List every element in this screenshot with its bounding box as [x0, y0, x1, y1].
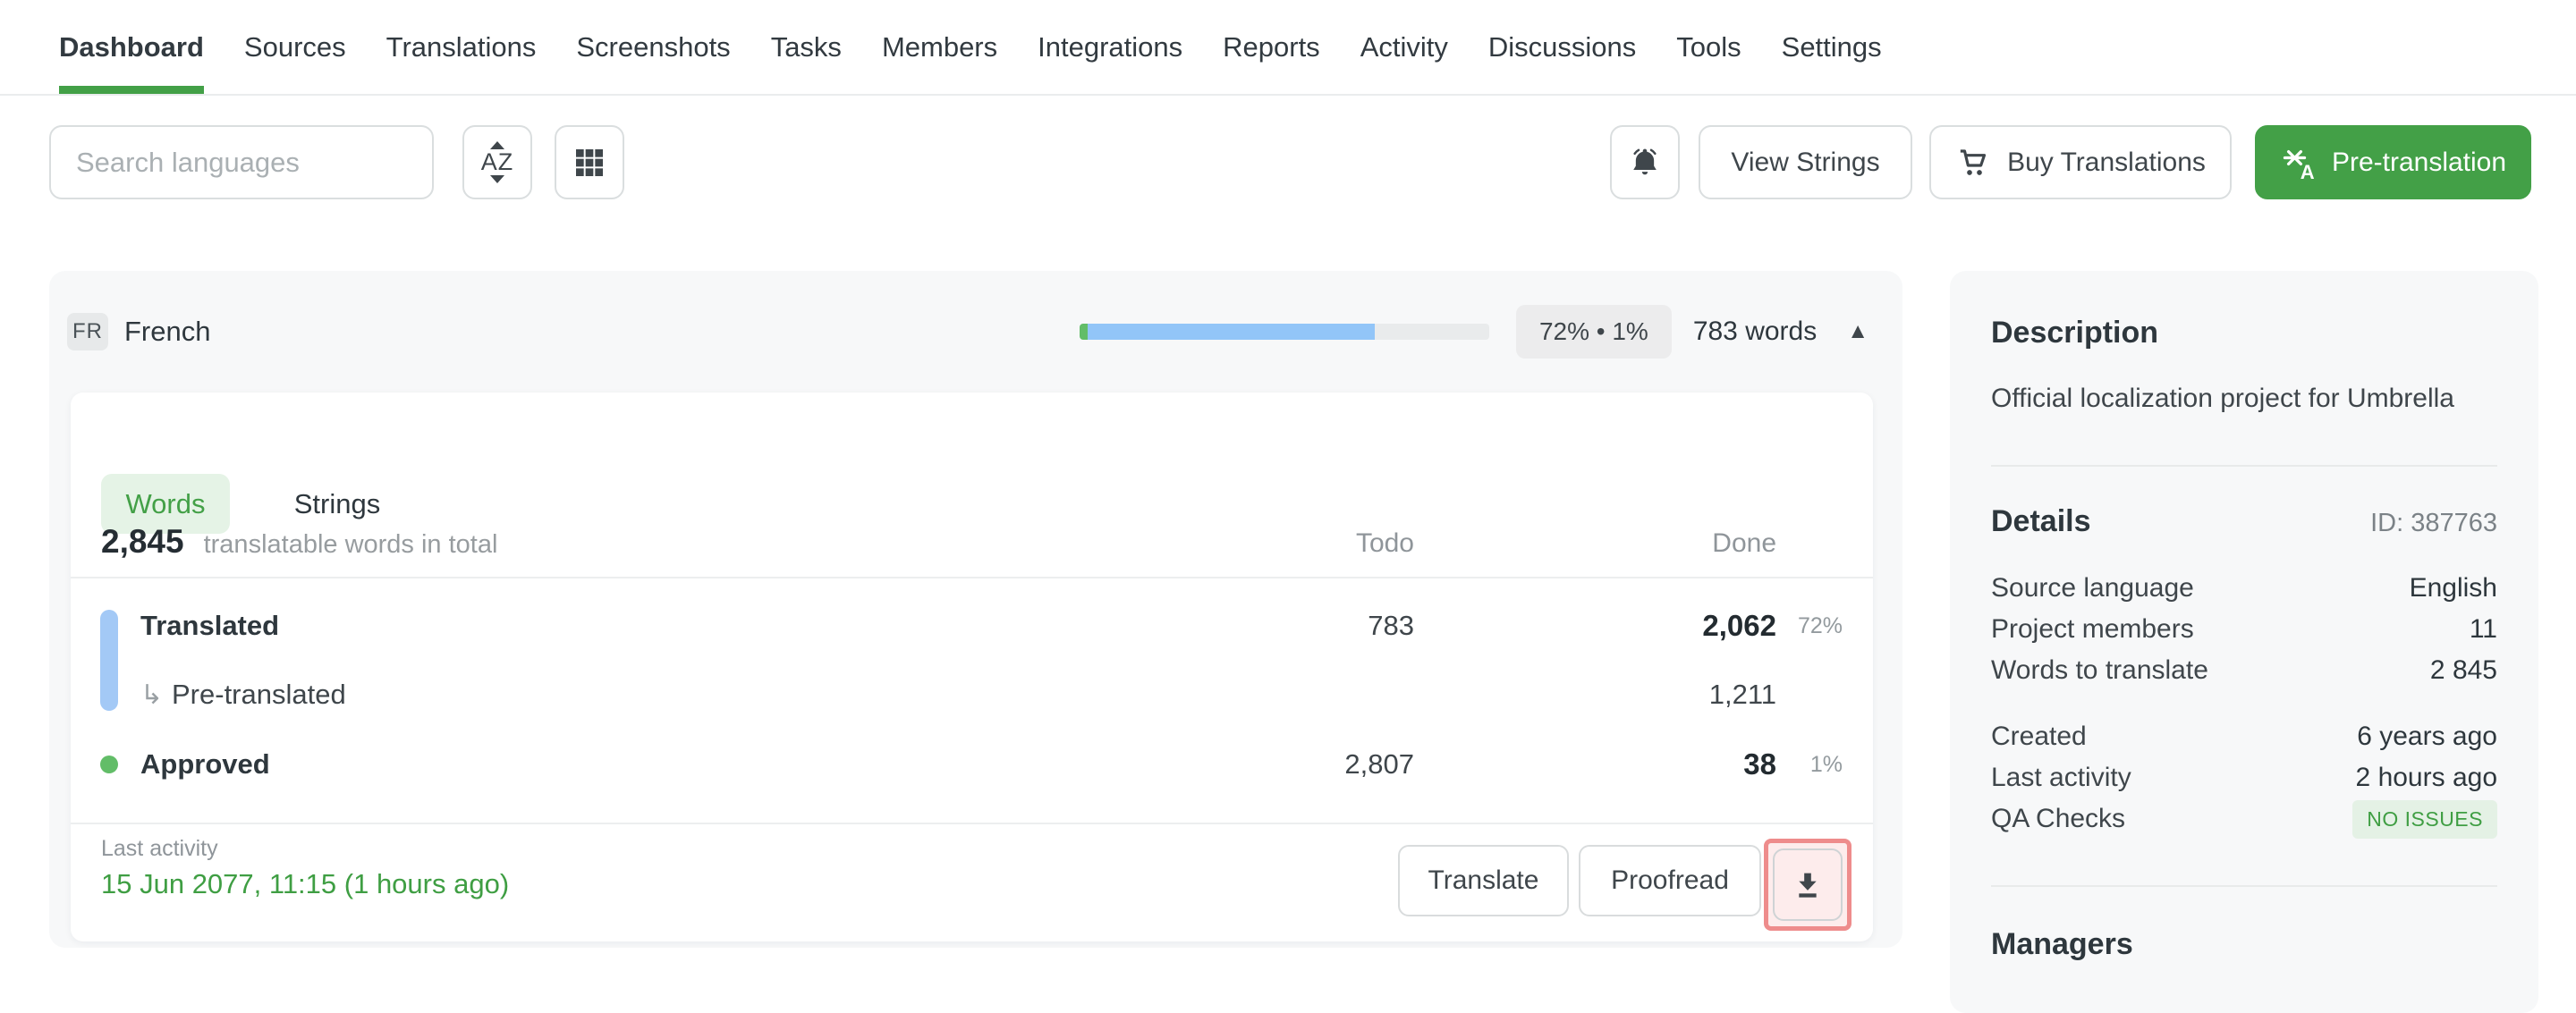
details-title: Details: [1991, 502, 2091, 540]
tab-sources[interactable]: Sources: [244, 0, 346, 94]
column-header-todo: Todo: [1356, 528, 1414, 559]
detail-label: Project members: [1991, 614, 2194, 645]
download-button[interactable]: [1773, 848, 1843, 921]
pre-translation-button[interactable]: A Pre-translation: [2255, 125, 2531, 199]
pre-translation-icon: A: [2280, 143, 2319, 182]
sort-alpha-icon: AZ: [481, 150, 514, 174]
todo-value: 783: [1368, 610, 1414, 642]
language-code-badge: FR: [67, 313, 108, 350]
detail-label: Source language: [1991, 573, 2194, 604]
detail-row-source-language: Source language English: [1991, 568, 2497, 609]
detail-label: Words to translate: [1991, 655, 2208, 686]
description-text: Official localization project for Umbrel…: [1991, 380, 2497, 418]
detail-label: Last activity: [1991, 763, 2131, 793]
details-rows: Source language English Project members …: [1991, 568, 2497, 691]
download-icon: [1790, 867, 1826, 903]
divider: [71, 577, 1873, 578]
progress-translated-segment: [1088, 324, 1375, 340]
sort-desc-icon: [490, 175, 504, 183]
row-label: Approved: [140, 748, 270, 781]
divider: [1991, 465, 2497, 467]
detail-value: 2 845: [2430, 655, 2497, 686]
subitem-arrow-icon: ↳: [140, 680, 163, 711]
bell-icon: [1626, 144, 1664, 181]
tab-members[interactable]: Members: [882, 0, 997, 94]
total-words-value: 2,845: [101, 523, 184, 561]
stats-row-pre-translated: ↳ Pre-translated 1,211: [71, 660, 1873, 730]
stats-row-translated: Translated 783 2,062 72%: [71, 591, 1873, 661]
view-strings-button[interactable]: View Strings: [1699, 125, 1912, 199]
tab-integrations[interactable]: Integrations: [1038, 0, 1182, 94]
language-stats-panel: Words Strings 2,845 translatable words i…: [71, 393, 1873, 941]
project-info-sidebar: Description Official localization projec…: [1950, 271, 2538, 1013]
total-words-row: 2,845 translatable words in total: [101, 523, 497, 561]
translation-progress-bar: [1080, 324, 1489, 340]
pre-translation-label: Pre-translation: [2332, 148, 2506, 178]
shopping-cart-icon: [1955, 145, 1991, 181]
grid-view-icon: [572, 145, 607, 181]
buy-translations-button[interactable]: Buy Translations: [1929, 125, 2232, 199]
done-value: 38: [1743, 747, 1776, 781]
language-card-french: FR French 72% • 1% 783 words ▲ Words Str…: [49, 271, 1902, 948]
collapse-icon[interactable]: ▲: [1847, 321, 1868, 342]
tab-screenshots[interactable]: Screenshots: [576, 0, 730, 94]
detail-value: 6 years ago: [2357, 722, 2497, 752]
percent-value: 72%: [1776, 613, 1843, 639]
tab-translations[interactable]: Translations: [386, 0, 537, 94]
tab-activity[interactable]: Activity: [1360, 0, 1448, 94]
stats-row-approved: Approved 2,807 38 1%: [71, 730, 1873, 799]
progress-approved-segment: [1080, 324, 1088, 340]
detail-row-created: Created 6 years ago: [1991, 716, 2497, 757]
translate-button[interactable]: Translate: [1398, 845, 1569, 916]
tab-dashboard[interactable]: Dashboard: [59, 0, 204, 94]
search-languages-input[interactable]: [49, 125, 434, 199]
svg-text:A: A: [2301, 160, 2315, 181]
divider: [71, 823, 1873, 824]
view-strings-label: View Strings: [1731, 148, 1879, 178]
detail-row-qa-checks: QA Checks NO ISSUES: [1991, 798, 2497, 840]
qa-status-badge[interactable]: NO ISSUES: [2352, 800, 2497, 839]
divider: [1991, 885, 2497, 887]
managers-title: Managers: [1991, 925, 2497, 963]
progress-percent-badge: 72% • 1%: [1516, 305, 1672, 359]
grid-view-button[interactable]: [555, 125, 624, 199]
row-label: Translated: [140, 610, 279, 642]
detail-value: 2 hours ago: [2356, 763, 2497, 793]
last-activity-link[interactable]: 15 Jun 2077, 11:15 (1 hours ago): [101, 868, 509, 900]
project-id: ID: 387763: [2370, 509, 2497, 538]
tab-tasks[interactable]: Tasks: [771, 0, 842, 94]
todo-value: 2,807: [1344, 748, 1414, 781]
language-card-header: FR French 72% • 1% 783 words ▲: [49, 271, 1902, 393]
project-nav: Dashboard Sources Translations Screensho…: [0, 0, 2576, 96]
tab-settings[interactable]: Settings: [1782, 0, 1882, 94]
detail-row-project-members: Project members 11: [1991, 609, 2497, 650]
detail-row-words-to-translate: Words to translate 2 845: [1991, 650, 2497, 691]
percent-value: 1%: [1776, 752, 1843, 778]
detail-row-last-activity: Last activity 2 hours ago: [1991, 757, 2497, 798]
tab-discussions[interactable]: Discussions: [1488, 0, 1636, 94]
total-words-label: translatable words in total: [204, 530, 498, 560]
words-remaining: 783 words: [1693, 317, 1817, 347]
last-activity-label: Last activity: [101, 836, 218, 862]
download-button-highlight: [1764, 839, 1852, 931]
proofread-button[interactable]: Proofread: [1579, 845, 1761, 916]
tab-reports[interactable]: Reports: [1223, 0, 1320, 94]
toolbar: AZ View Strings Buy Translations: [0, 125, 2576, 201]
detail-value: 11: [2470, 614, 2497, 645]
detail-label: QA Checks: [1991, 804, 2125, 834]
buy-translations-label: Buy Translations: [2007, 148, 2206, 178]
detail-label: Created: [1991, 722, 2087, 752]
details-rows-secondary: Created 6 years ago Last activity 2 hour…: [1991, 716, 2497, 840]
tab-tools[interactable]: Tools: [1676, 0, 1741, 94]
language-name[interactable]: French: [124, 316, 210, 348]
description-title: Description: [1991, 314, 2497, 351]
notifications-button[interactable]: [1610, 125, 1680, 199]
detail-value: English: [2410, 573, 2497, 604]
done-value: 1,211: [1709, 679, 1776, 711]
done-value: 2,062: [1702, 609, 1776, 643]
column-header-done: Done: [1712, 528, 1776, 559]
sort-alphabetical-button[interactable]: AZ: [462, 125, 532, 199]
row-label: Pre-translated: [172, 679, 346, 711]
